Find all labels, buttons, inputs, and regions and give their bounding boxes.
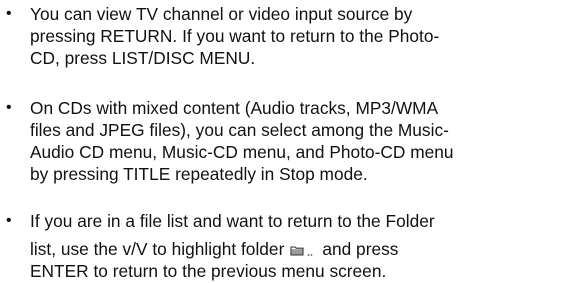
item-line: files and JPEG files), you can select am… (30, 120, 449, 140)
item-line: CD, press LIST/DISC MENU. (30, 48, 256, 68)
bullet-marker: • (6, 99, 12, 116)
item-line-part: list, use the v/V to highlight folder (30, 239, 285, 259)
item-line: Audio CD menu, Music-CD menu, and Photo-… (30, 142, 454, 162)
bullet-marker: • (6, 212, 12, 229)
item-line-with-icon: list, use the v/V to highlight folder and… (30, 237, 398, 261)
item-line: If you are in a file list and want to re… (30, 211, 435, 231)
item-line: pressing RETURN. If you want to return t… (30, 26, 440, 46)
item-line: On CDs with mixed content (Audio tracks,… (30, 98, 439, 118)
item-line: ENTER to return to the previous menu scr… (30, 261, 387, 281)
folder-icon (290, 246, 304, 256)
bullet-marker: • (6, 5, 12, 22)
item-line: You can view TV channel or video input s… (30, 4, 413, 24)
item-line: by pressing TITLE repeatedly in Stop mod… (30, 164, 368, 184)
notes-bullet-list: • You can view TV channel or video input… (0, 0, 588, 281)
item-line-part: and press (322, 239, 399, 259)
parent-folder-dots-icon (307, 254, 313, 256)
